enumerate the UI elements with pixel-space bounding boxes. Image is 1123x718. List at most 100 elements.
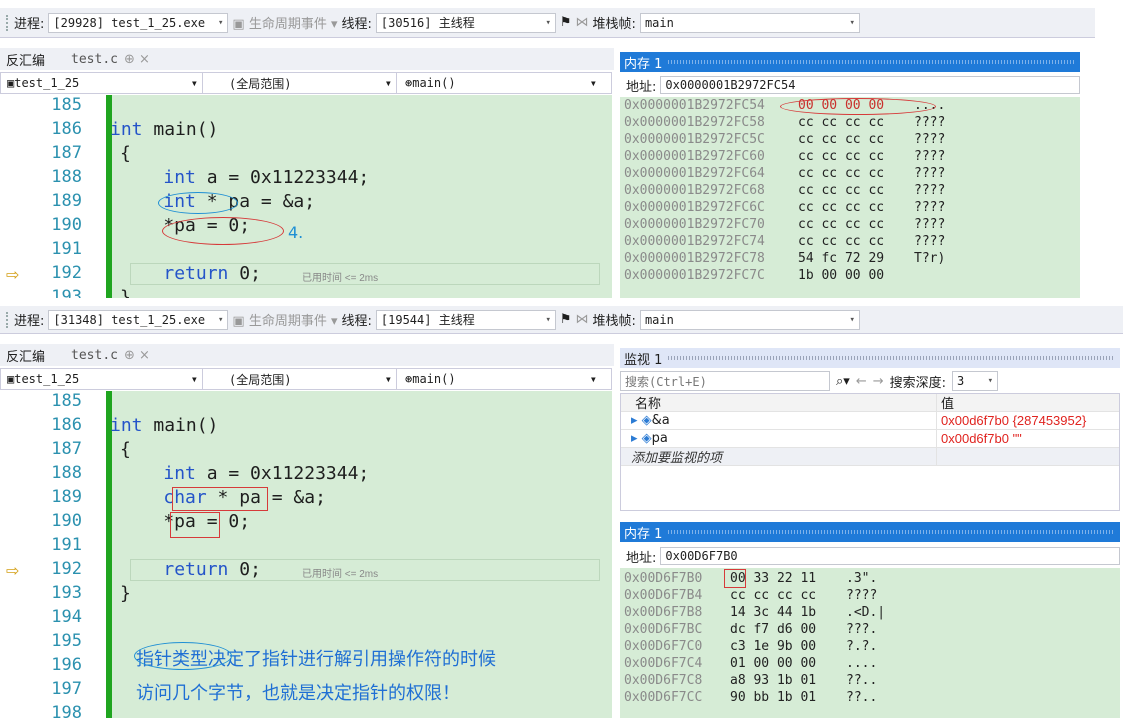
memory-row[interactable]: 0x00D6F7C4 01 00 00 00.... — [620, 655, 1120, 672]
memory-row[interactable]: 0x00D6F7B8 14 3c 44 1b .<D.| — [620, 604, 1120, 621]
watch-row[interactable]: ▸ ◈ &a 0x00d6f7b0 {287453952} — [621, 412, 1119, 430]
tab-test-c[interactable]: test.c — [71, 348, 118, 363]
top-code-editor[interactable]: 185 186 187 188 189 190 191 192 193 int main(){ … — [0, 95, 612, 298]
memory-row[interactable]: 0x0000001B2972FC68 cc cc cc cc???? — [620, 182, 1080, 199]
code-line[interactable]: { — [120, 439, 131, 460]
memory-row[interactable]: 0x00D6F7B4 cc cc cc cc???? — [620, 587, 1120, 604]
memory-row[interactable]: 0x00D6F7C0 c3 1e 9b 00?.?. — [620, 638, 1120, 655]
project-dropdown[interactable]: ▣ test_1_25 ▾ — [3, 73, 203, 93]
lifecycle-events-button[interactable]: ▣ 生命周期事件 ▾ — [232, 13, 337, 32]
back-arrow-icon[interactable]: ← — [856, 374, 867, 389]
code-line[interactable]: int main() — [110, 415, 218, 436]
memory-ascii: ??.. — [846, 673, 878, 688]
memory-row[interactable]: 0x0000001B2972FC60 cc cc cc cc???? — [620, 148, 1080, 165]
process-combo[interactable]: [29928] test_1_25.exe ▾ — [48, 12, 229, 33]
current-line-highlight — [130, 559, 600, 581]
top-memory-panel-header[interactable]: 内存 1 — [620, 52, 1080, 72]
process-combo[interactable]: [31348] test_1_25.exe ▾ — [48, 309, 229, 330]
code-line[interactable]: { — [120, 143, 131, 164]
memory-address: 0x0000001B2972FC70 — [624, 217, 765, 232]
watch-search-input[interactable]: 搜索(Ctrl+E) — [620, 371, 830, 391]
process-label: 进程: — [14, 314, 45, 329]
function-dropdown[interactable]: ⊛ main() ▾ — [401, 369, 601, 389]
memory-row[interactable]: 0x0000001B2972FC58 cc cc cc cc???? — [620, 114, 1080, 131]
line-number: 187 — [51, 439, 82, 459]
search-depth-label: 搜索深度: — [889, 375, 947, 391]
memory-row[interactable]: 0x00D6F7C8 a8 93 1b 01??.. — [620, 672, 1120, 689]
memory-row[interactable]: 0x0000001B2972FC78 54 fc 72 29 T?r) — [620, 250, 1080, 267]
toolbar-grip[interactable] — [6, 14, 10, 31]
memory-row[interactable]: 0x0000001B2972FC7C 1b 00 00 00 — [620, 267, 1080, 284]
project-dropdown[interactable]: ▣ test_1_25 ▾ — [3, 369, 203, 389]
memory-row[interactable]: 0x0000001B2972FC6C cc cc cc cc???? — [620, 199, 1080, 216]
tab-disassembly[interactable]: 反汇编 — [0, 50, 51, 69]
thread-combo[interactable]: [19544] 主线程 ▾ — [375, 309, 556, 330]
watch-add-item-row[interactable]: 添加要监视的项 — [621, 448, 1119, 466]
memory-bytes: a8 93 1b 01 — [730, 673, 817, 688]
chevron-down-icon: ▾ — [849, 17, 855, 28]
scope-dropdown[interactable]: (全局范围) ▾ — [207, 73, 397, 93]
memory-address-input[interactable]: 0x0000001B2972FC54 — [660, 76, 1080, 94]
filter-icon[interactable]: ⋈ — [576, 15, 589, 30]
forward-arrow-icon[interactable]: → — [873, 374, 884, 389]
memory-row[interactable]: 0x0000001B2972FC70 cc cc cc cc???? — [620, 216, 1080, 233]
blue-circle-annotation — [158, 192, 238, 214]
memory-address: 0x0000001B2972FC64 — [624, 166, 765, 181]
bottom-memory-address-bar: 地址: 0x00D6F7B0 — [620, 545, 1120, 567]
memory-row[interactable]: 0x00D6F7B0 00 33 22 11 .3". — [620, 570, 1120, 587]
flag-icon[interactable]: ⚑ — [560, 312, 572, 327]
expand-pointer-icon[interactable]: ▸ ◈ — [631, 431, 652, 446]
top-memory-view[interactable]: 0x0000001B2972FC54 00 00 00 00.... 0x00000… — [620, 97, 1080, 298]
code-line[interactable]: int main() — [110, 119, 218, 140]
expand-pointer-icon[interactable]: ▸ ◈ — [631, 413, 652, 428]
line-number: 186 — [51, 415, 82, 435]
line-number: 194 — [51, 607, 82, 627]
memory-ascii: ???. — [846, 622, 878, 637]
stackframe-combo[interactable]: main ▾ — [639, 12, 860, 33]
bottom-memory-view[interactable]: 0x00D6F7B0 00 33 22 11 .3". 0x00D6F7B4 cc cc… — [620, 568, 1120, 718]
memory-row[interactable]: 0x0000001B2972FC5C cc cc cc cc???? — [620, 131, 1080, 148]
filter-icon[interactable]: ⋈ — [576, 312, 589, 327]
memory-address: 0x00D6F7B0 — [624, 571, 703, 586]
watch-panel-header[interactable]: 监视 1 — [620, 348, 1120, 368]
red-ellipse-annotation — [162, 217, 284, 245]
memory-row[interactable]: 0x00D6F7BC dc f7 d6 00???. — [620, 621, 1120, 638]
memory-address: 0x0000001B2972FC5C — [624, 132, 765, 147]
memory-address: 0x00D6F7B8 — [624, 605, 703, 620]
tab-pin-close[interactable]: ⊕ × — [118, 348, 156, 363]
bottom-memory-panel-header[interactable]: 内存 1 — [620, 522, 1120, 542]
watch-row[interactable]: ▸ ◈ pa 0x00d6f7b0 "" — [621, 430, 1119, 448]
watch-table: 名称 值 ▸ ◈ &a 0x00d6f7b0 {287453952} ▸ ◈ pa 0… — [620, 393, 1120, 511]
toolbar-grip[interactable] — [6, 311, 10, 328]
stackframe-combo[interactable]: main ▾ — [639, 309, 860, 330]
bottom-code-editor[interactable]: 185 186 187 188 189 190 191 192 193 194 195 196 197 1… — [0, 391, 612, 718]
search-icon[interactable]: ⌕▾ — [836, 374, 850, 389]
flag-icon[interactable]: ⚑ — [560, 15, 572, 30]
line-number: 187 — [51, 143, 82, 163]
memory-address-input[interactable]: 0x00D6F7B0 — [660, 547, 1120, 565]
memory-ascii: ??.. — [846, 690, 878, 705]
memory-row[interactable]: 0x00D6F7CC 90 bb 1b 01??.. — [620, 689, 1120, 706]
tab-pin-close[interactable]: ⊕ × — [118, 52, 156, 67]
lifecycle-events-button[interactable]: ▣ 生命周期事件 ▾ — [232, 310, 337, 329]
top-memory-address-bar: 地址: 0x0000001B2972FC54 — [620, 74, 1080, 96]
code-line[interactable]: } — [120, 287, 131, 298]
tab-disassembly[interactable]: 反汇编 — [0, 346, 51, 365]
code-line[interactable]: } — [120, 583, 131, 604]
code-line[interactable]: int a = 0x11223344; — [120, 463, 369, 484]
tab-test-c[interactable]: test.c — [71, 52, 118, 67]
watch-search-bar: 搜索(Ctrl+E) ⌕▾ ← → 搜索深度: 3 ▾ — [620, 370, 1120, 392]
thread-combo[interactable]: [30516] 主线程 ▾ — [375, 12, 556, 33]
memory-bytes: cc cc cc cc — [798, 166, 885, 181]
scope-dropdown[interactable]: (全局范围) ▾ — [207, 369, 397, 389]
function-dropdown[interactable]: ⊛ main() ▾ — [401, 73, 601, 93]
memory-row[interactable]: 0x0000001B2972FC64 cc cc cc cc???? — [620, 165, 1080, 182]
line-number: 197 — [51, 679, 82, 699]
line-number: 190 — [51, 511, 82, 531]
memory-row[interactable]: 0x0000001B2972FC74 cc cc cc cc???? — [620, 233, 1080, 250]
memory-bytes: c3 1e 9b 00 — [730, 639, 817, 654]
code-line[interactable]: int a = 0x11223344; — [120, 167, 369, 188]
search-depth-select[interactable]: 3 ▾ — [952, 371, 999, 391]
memory-ascii: ???? — [914, 200, 946, 215]
memory-address: 0x00D6F7C0 — [624, 639, 703, 654]
